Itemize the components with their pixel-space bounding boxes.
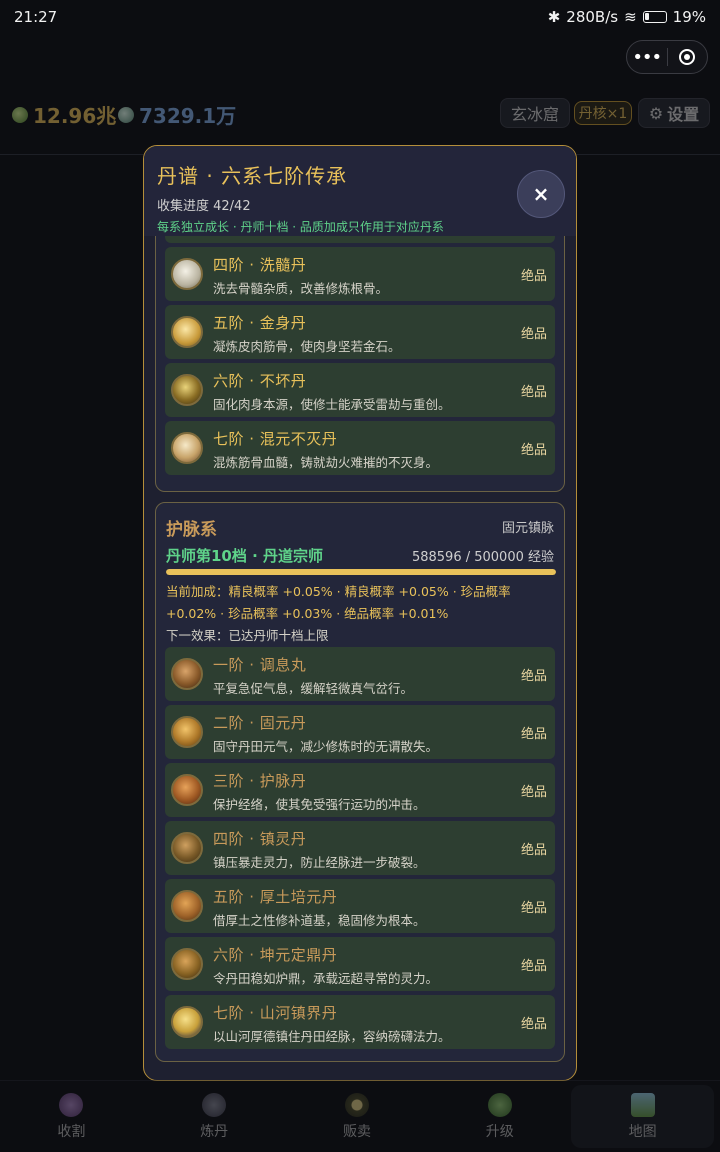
pill-icon [171,258,203,290]
spirit-stone-icon [12,106,28,123]
collection-progress: 收集进度 42/42 [157,199,251,214]
pill-item[interactable]: 五阶 · 厚土培元丹 借厚土之性修补道基，稳固修为根本。 绝品 [165,879,555,933]
harvest-icon [59,1092,84,1117]
battery-level: 19% [672,8,706,26]
gold-currency: 12.96兆 [12,100,116,129]
alchemist-rank: 丹师第10档 · 丹道宗师 [166,547,324,565]
pill-icon [171,432,203,464]
more-icon[interactable]: ••• [627,47,667,68]
settings-button[interactable]: ⚙ 设置 [638,98,710,128]
nav-map[interactable]: 地图 [571,1085,714,1148]
experience-value: 588596 / 500000 经验 [411,550,554,565]
pill-icon [171,890,203,922]
pill-item-partial[interactable] [165,236,555,243]
close-button[interactable]: × [517,170,565,218]
pill-icon [171,832,203,864]
modal-scroll-area[interactable]: 四阶 · 洗髓丹 洗去骨髓杂质，改善修炼根骨。 绝品 五阶 · 金身丹 凝炼皮肉… [144,236,576,1080]
pill-item[interactable]: 六阶 · 不坏丹 固化肉身本源，使修士能承受雷劫与重创。 绝品 [165,363,555,417]
pill-item[interactable]: 三阶 · 护脉丹 保护经络，使其免受强行运功的冲击。 绝品 [165,763,555,817]
pill-item[interactable]: 四阶 · 洗髓丹 洗去骨髓杂质，改善修炼根骨。 绝品 [165,247,555,301]
upgrade-icon [487,1092,512,1117]
alchemy-icon [202,1092,227,1117]
dan-core-badge[interactable]: 丹核×1 [574,101,632,125]
pill-item[interactable]: 六阶 · 坤元定鼎丹 令丹田稳如炉鼎，承载远超寻常的灵力。 绝品 [165,937,555,991]
jade-currency: 7329.1万 [118,100,236,129]
battery-icon [642,11,667,23]
net-speed: 280B/s [566,8,619,26]
experience-bar-fill [166,569,556,575]
pill-icon [171,948,203,980]
pill-item[interactable]: 五阶 · 金身丹 凝炼皮肉筋骨，使肉身坚若金石。 绝品 [165,305,555,359]
close-app-icon[interactable] [667,49,707,65]
pill-item[interactable]: 四阶 · 镇灵丹 镇压暴走灵力，防止经脉进一步破裂。 绝品 [165,821,555,875]
current-bonus: 当前加成：精良概率 +0.05% · 精良概率 +0.05% · 珍品概率 +0… [166,584,511,621]
pill-icon [171,374,203,406]
clock: 21:27 [14,8,58,26]
pill-series-1: 四阶 · 洗髓丹 洗去骨髓杂质，改善修炼根骨。 绝品 五阶 · 金身丹 凝炼皮肉… [155,236,565,492]
bluetooth-icon: ✱ [547,8,561,26]
modal-header: 丹谱 · 六系七阶传承 收集进度 42/42 每系独立成长 · 丹师十档 · 品… [144,146,576,236]
pill-item[interactable]: 二阶 · 固元丹 固守丹田元气，减少修炼时的无谓散失。 绝品 [165,705,555,759]
experience-bar [166,569,556,575]
map-icon [630,1092,655,1117]
location-button[interactable]: 玄冰窟 [500,98,570,128]
gear-icon: ⚙ [648,103,664,123]
pill-icon [171,316,203,348]
miniprogram-capsule: ••• [626,40,708,74]
pill-item[interactable]: 七阶 · 混元不灭丹 混炼筋骨血髓，铸就劫火难摧的不灭身。 绝品 [165,421,555,475]
series-tag: 固元镇脉 [501,521,554,536]
modal-title: 丹谱 · 六系七阶传承 [157,164,348,188]
nav-alchemy[interactable]: 炼丹 [143,1081,286,1152]
recipe-book-modal: 丹谱 · 六系七阶传承 收集进度 42/42 每系独立成长 · 丹师十档 · 品… [143,145,577,1081]
modal-note: 每系独立成长 · 丹师十档 · 品质加成只作用于对应丹系 [157,220,444,234]
next-effect: 下一效果：已达丹师十档上限 [166,628,329,643]
nav-harvest[interactable]: 收割 [0,1081,143,1152]
pill-item[interactable]: 一阶 · 调息丸 平复急促气息，缓解轻微真气岔行。 绝品 [165,647,555,701]
wifi-icon: ≋ [624,8,637,26]
sell-icon [344,1092,369,1117]
nav-sell[interactable]: 贩卖 [286,1081,429,1152]
close-icon: × [532,182,550,206]
pill-item[interactable]: 七阶 · 山河镇界丹 以山河厚德镇住丹田经脉，容纳磅礴法力。 绝品 [165,995,555,1049]
pill-icon [171,774,203,806]
jade-icon [118,106,134,123]
pill-icon [171,658,203,690]
nav-upgrade[interactable]: 升级 [428,1081,571,1152]
pill-series-hu-mai: 护脉系 固元镇脉 丹师第10档 · 丹道宗师 588596 / 500000 经… [155,502,565,1062]
status-bar: 21:27 ✱ 280B/s ≋ 19% [0,0,720,34]
series-title: 护脉系 [166,520,217,540]
pill-icon [171,716,203,748]
bottom-nav: 收割 炼丹 贩卖 升级 地图 [0,1080,720,1152]
game-header: 12.96兆 7329.1万 玄冰窟 丹核×1 ⚙ 设置 [0,96,720,132]
pill-icon [171,1006,203,1038]
